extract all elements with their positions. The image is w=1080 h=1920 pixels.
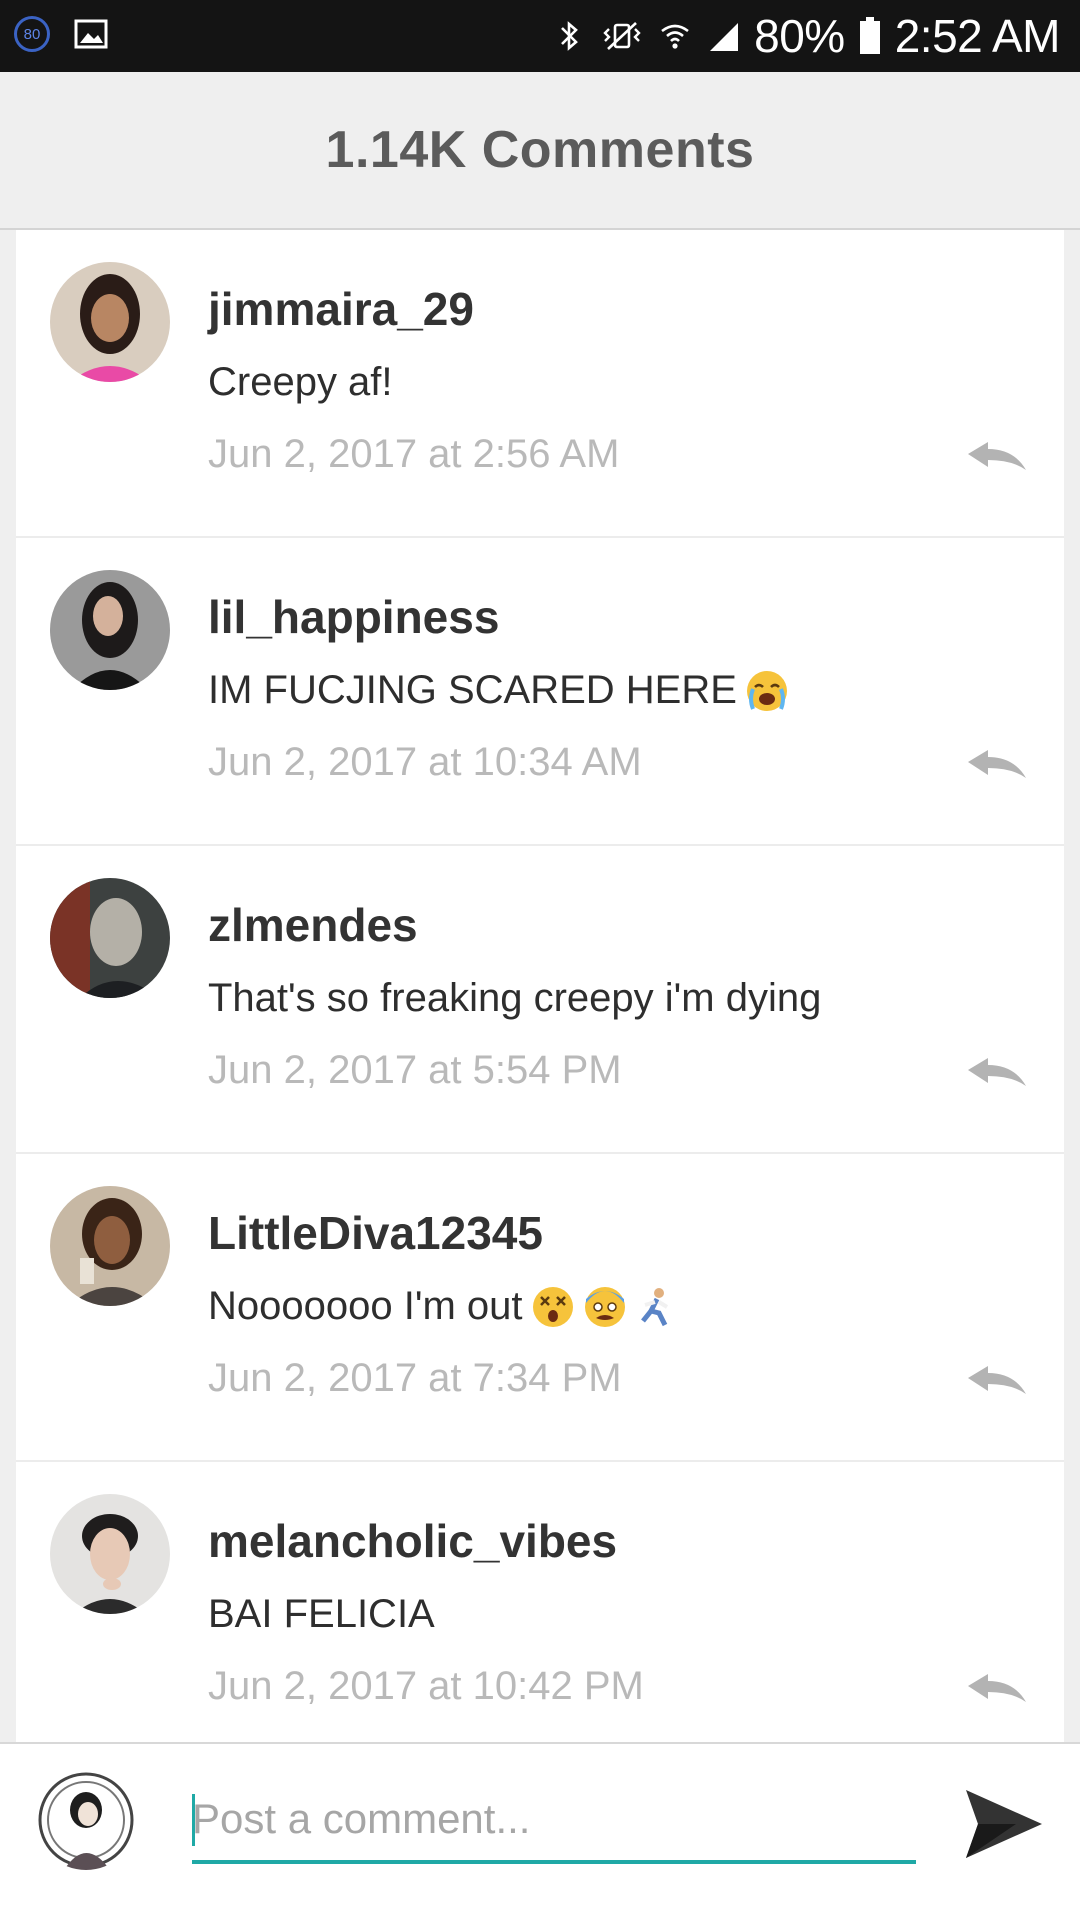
screaming-face-emoji-icon	[584, 1286, 625, 1327]
comment-text: That's so freaking creepy i'm dying	[208, 976, 822, 1020]
notification-badge-icon: 80	[14, 16, 50, 52]
page-title: 1.14K Comments	[325, 121, 755, 179]
comment-text: IM FUCJING SCARED HERE	[208, 668, 789, 713]
reply-icon[interactable]	[966, 1670, 1028, 1706]
comment-timestamp: Jun 2, 2017 at 5:54 PM	[208, 1048, 622, 1092]
comment-username[interactable]: zlmendes	[208, 898, 418, 952]
my-avatar[interactable]	[36, 1770, 136, 1870]
comment-text: BAI FELICIA	[208, 1592, 435, 1636]
vibrate-mute-icon	[603, 22, 641, 50]
avatar[interactable]	[50, 878, 170, 998]
comment-text: Creepy af!	[208, 360, 393, 404]
comment-item: melancholic_vibes BAI FELICIA Jun 2, 201…	[16, 1462, 1064, 1742]
comment-composer	[0, 1742, 1080, 1920]
text-cursor	[192, 1794, 195, 1846]
battery-icon	[859, 17, 880, 54]
reply-icon[interactable]	[966, 1362, 1028, 1398]
wifi-icon	[661, 24, 689, 49]
status-bar: 80 80% 2:52 AM	[0, 0, 1080, 72]
comment-item: jimmaira_29 Creepy af! Jun 2, 2017 at 2:…	[16, 230, 1064, 538]
comment-list[interactable]: jimmaira_29 Creepy af! Jun 2, 2017 at 2:…	[16, 230, 1064, 1742]
comment-username[interactable]: lil_happiness	[208, 590, 499, 644]
reply-icon[interactable]	[966, 1054, 1028, 1090]
header: 1.14K Comments	[0, 72, 1080, 230]
running-person-emoji-icon	[640, 1287, 668, 1326]
bluetooth-icon	[561, 21, 579, 51]
comment-item: zlmendes That's so freaking creepy i'm d…	[16, 846, 1064, 1154]
crying-face-emoji-icon	[746, 670, 787, 711]
dizzy-face-emoji-icon	[532, 1286, 573, 1327]
comment-item: lil_happiness IM FUCJING SCARED HERE Jun…	[16, 538, 1064, 846]
comment-text: Nooooooo I'm out	[208, 1284, 679, 1329]
avatar[interactable]	[50, 1186, 170, 1306]
comment-timestamp: Jun 2, 2017 at 10:34 AM	[208, 740, 642, 784]
comment-username[interactable]: LittleDiva12345	[208, 1206, 543, 1260]
signal-icon	[710, 23, 739, 51]
image-notification-icon	[74, 19, 108, 49]
comment-item: LittleDiva12345 Nooooooo I'm out Jun 2, …	[16, 1154, 1064, 1462]
avatar[interactable]	[50, 1494, 170, 1614]
comment-input[interactable]	[192, 1784, 916, 1864]
avatar[interactable]	[50, 262, 170, 382]
comment-timestamp: Jun 2, 2017 at 7:34 PM	[208, 1356, 622, 1400]
avatar[interactable]	[50, 570, 170, 690]
comment-username[interactable]: jimmaira_29	[208, 282, 474, 336]
battery-percent: 80%	[754, 10, 845, 62]
clock: 2:52 AM	[894, 10, 1061, 62]
reply-icon[interactable]	[966, 746, 1028, 782]
send-icon[interactable]	[960, 1784, 1046, 1864]
comment-timestamp: Jun 2, 2017 at 10:42 PM	[208, 1664, 644, 1708]
comment-username[interactable]: melancholic_vibes	[208, 1514, 617, 1568]
reply-icon[interactable]	[966, 438, 1028, 474]
comment-timestamp: Jun 2, 2017 at 2:56 AM	[208, 432, 620, 476]
